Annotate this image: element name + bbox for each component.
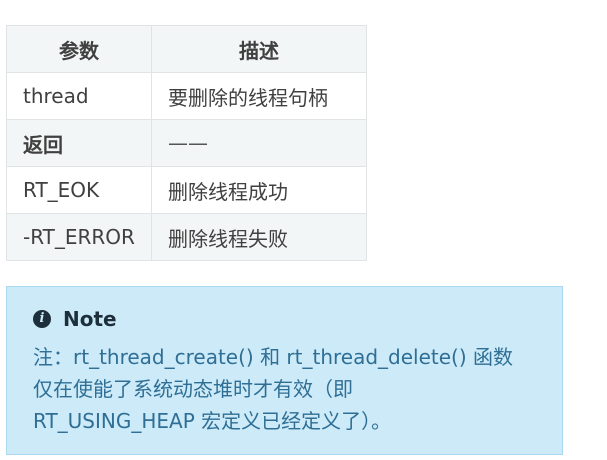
note-body: 注：rt_thread_create() 和 rt_thread_delete(… (33, 341, 536, 437)
param-cell: RT_EOK (6, 166, 152, 214)
table-row: thread 要删除的线程句柄 (6, 72, 367, 120)
note-line: 仅在使能了系统动态堆时才有效（即 (33, 377, 353, 401)
description-cell: —— (150, 119, 367, 167)
note-line: 注：rt_thread_create() 和 rt_thread_delete(… (33, 345, 514, 369)
param-cell: thread (6, 72, 152, 120)
description-cell: 删除线程失败 (150, 213, 367, 261)
note-admonition: i Note 注：rt_thread_create() 和 rt_thread_… (6, 286, 563, 455)
table-header-row: 参数 描述 (6, 25, 367, 73)
info-icon: i (33, 310, 51, 328)
param-cell: 返回 (6, 119, 152, 167)
note-header: i Note (33, 301, 536, 337)
description-cell: 删除线程成功 (150, 166, 367, 214)
table-row: RT_EOK 删除线程成功 (6, 166, 367, 214)
table-row: 返回 —— (6, 119, 367, 167)
parameters-table: 参数 描述 thread 要删除的线程句柄 返回 —— RT_EOK 删除线程成… (6, 25, 367, 261)
note-title: Note (63, 307, 117, 331)
note-line: RT_USING_HEAP 宏定义已经定义了）。 (33, 409, 392, 433)
description-cell: 要删除的线程句柄 (150, 72, 367, 120)
table-row: -RT_ERROR 删除线程失败 (6, 213, 367, 261)
header-param: 参数 (6, 25, 152, 73)
header-description: 描述 (150, 25, 367, 73)
param-cell: -RT_ERROR (6, 213, 152, 261)
